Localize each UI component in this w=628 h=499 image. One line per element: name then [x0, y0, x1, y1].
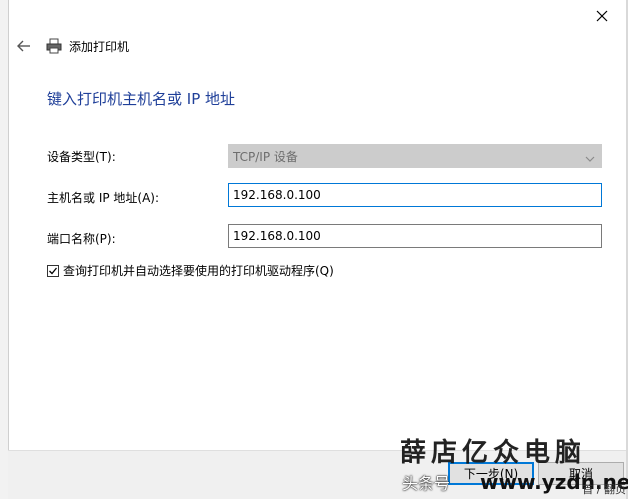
background-window-strip [0, 0, 8, 499]
dialog-header: 添加打印机 [15, 36, 129, 56]
hostname-label: 主机名或 IP 地址(A): [47, 191, 160, 205]
add-printer-dialog: 添加打印机 键入打印机主机名或 IP 地址 设备类型(T): TCP/IP 设备… [8, 0, 626, 499]
port-name-input[interactable] [228, 224, 602, 248]
auto-driver-label: 查询打印机并自动选择要使用的打印机驱动程序(Q) [63, 264, 334, 278]
back-arrow-icon [17, 37, 31, 56]
auto-driver-checkbox[interactable] [47, 264, 59, 277]
header-title: 添加打印机 [69, 39, 130, 54]
device-type-value: TCP/IP 设备 [233, 149, 298, 164]
auto-driver-option[interactable]: 查询打印机并自动选择要使用的打印机驱动程序(Q) [47, 262, 334, 279]
watermark-brand: 薛店亿众电脑 [400, 438, 587, 468]
port-name-label: 端口名称(P): [47, 232, 116, 246]
device-type-label: 设备类型(T): [47, 150, 116, 164]
watermark-source: 头条号 [402, 474, 451, 493]
back-button[interactable] [15, 37, 33, 55]
printer-icon [45, 37, 63, 55]
close-icon [596, 7, 608, 26]
close-button[interactable] [592, 6, 612, 26]
chevron-down-icon [585, 147, 595, 166]
hostname-input[interactable] [228, 183, 602, 207]
corner-text: 首 / 翻页 [582, 483, 626, 496]
page-title: 键入打印机主机名或 IP 地址 [47, 90, 236, 108]
checkmark-icon [49, 267, 58, 274]
device-type-select[interactable]: TCP/IP 设备 [228, 144, 602, 168]
